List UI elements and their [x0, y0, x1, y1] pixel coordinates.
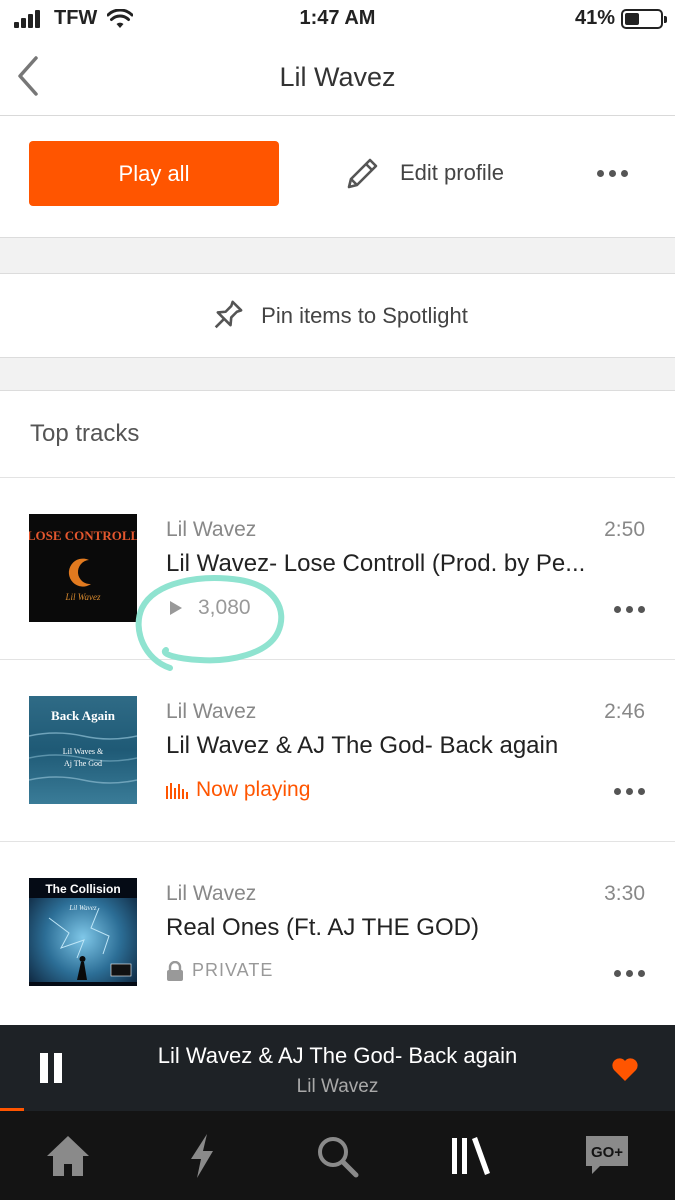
track-duration: 3:30	[604, 882, 645, 905]
track-title: Lil Wavez & AJ The God- Back again	[166, 732, 559, 759]
track-more-button[interactable]	[614, 606, 645, 613]
artwork-title: Back Again	[51, 708, 116, 723]
track-more-button[interactable]	[614, 788, 645, 795]
pencil-icon	[347, 158, 378, 189]
artwork-artist: Lil Wavez	[65, 592, 101, 602]
play-icon	[170, 601, 182, 615]
tab-library[interactable]	[446, 1131, 496, 1181]
artwork-title: LOSE CONTROLL	[29, 528, 137, 543]
artwork-artist: Lil Wavez	[68, 904, 96, 912]
tab-search[interactable]	[312, 1131, 362, 1181]
more-options-button[interactable]	[597, 170, 628, 177]
track-row[interactable]: The Collision Lil Wavez Lil Wavez 3:30 R…	[0, 842, 675, 1024]
track-artist: Lil Wavez	[166, 882, 257, 905]
track-more-button[interactable]	[614, 970, 645, 977]
track-title: Real Ones (Ft. AJ THE GOD)	[166, 914, 479, 941]
profile-actions: Play all Edit profile	[0, 116, 675, 238]
search-icon	[318, 1137, 359, 1178]
track-artist: Lil Wavez	[166, 700, 257, 723]
track-artwork: Back Again Lil Waves & Aj The God	[29, 696, 137, 804]
track-title: Lil Wavez- Lose Controll (Prod. by Pe...	[166, 550, 586, 577]
track-status: Now playing	[166, 778, 310, 802]
battery-percent: 41%	[574, 7, 615, 29]
section-divider	[0, 238, 675, 274]
tab-home[interactable]	[43, 1131, 93, 1181]
nav-header: Lil Wavez	[0, 38, 675, 116]
track-artwork: LOSE CONTROLL Lil Wavez	[29, 514, 137, 622]
pin-spotlight-label: Pin items to Spotlight	[261, 302, 468, 328]
track-duration: 2:50	[604, 518, 645, 541]
track-row[interactable]: LOSE CONTROLL Lil Wavez Lil Wavez 2:50 L…	[0, 478, 675, 660]
artwork-artist: Aj The God	[64, 759, 102, 768]
pin-icon	[214, 300, 243, 328]
private-label: PRIVATE	[192, 960, 274, 980]
edit-profile-button[interactable]: Edit profile	[344, 154, 504, 192]
lock-icon	[167, 960, 183, 981]
track-row[interactable]: Back Again Lil Waves & Aj The God Lil Wa…	[0, 660, 675, 842]
play-count: 3,080	[198, 596, 251, 619]
track-status: PRIVATE	[166, 960, 273, 981]
go-plus-icon: GO+	[586, 1136, 628, 1174]
stream-icon	[191, 1134, 213, 1178]
go-plus-label: GO+	[591, 1144, 623, 1161]
clock: 1:47 AM	[299, 7, 376, 29]
track-artist: Lil Wavez	[166, 518, 257, 541]
status-right: 41%	[574, 7, 667, 30]
status-bar: TFW 1:47 AM 41%	[0, 0, 675, 38]
mini-player[interactable]: Lil Wavez & AJ The God- Back again Lil W…	[0, 1025, 675, 1111]
mini-player-title: Lil Wavez & AJ The God- Back again	[157, 1043, 518, 1068]
edit-profile-label: Edit profile	[400, 160, 504, 185]
track-play-count: 3,080	[166, 596, 251, 620]
artwork-title: The Collision	[45, 882, 120, 896]
mini-player-artist: Lil Wavez	[296, 1076, 379, 1097]
section-title: Top tracks	[30, 420, 140, 447]
tab-stream[interactable]	[177, 1131, 227, 1181]
play-all-button[interactable]: Play all	[29, 141, 279, 206]
home-icon	[47, 1136, 89, 1176]
track-artwork: The Collision Lil Wavez	[29, 878, 137, 986]
battery-icon	[621, 8, 667, 29]
pin-spotlight-button[interactable]: Pin items to Spotlight	[0, 274, 675, 358]
waveform-icon	[166, 783, 188, 799]
library-icon	[452, 1137, 490, 1175]
tab-bar: GO+	[0, 1111, 675, 1200]
page-title: Lil Wavez	[279, 62, 396, 92]
section-divider	[0, 358, 675, 391]
track-duration: 2:46	[604, 700, 645, 723]
now-playing-label: Now playing	[196, 778, 311, 801]
heart-icon[interactable]	[611, 1056, 639, 1082]
artwork-artist: Lil Waves &	[63, 747, 104, 756]
tab-go-plus[interactable]: GO+	[582, 1131, 632, 1181]
